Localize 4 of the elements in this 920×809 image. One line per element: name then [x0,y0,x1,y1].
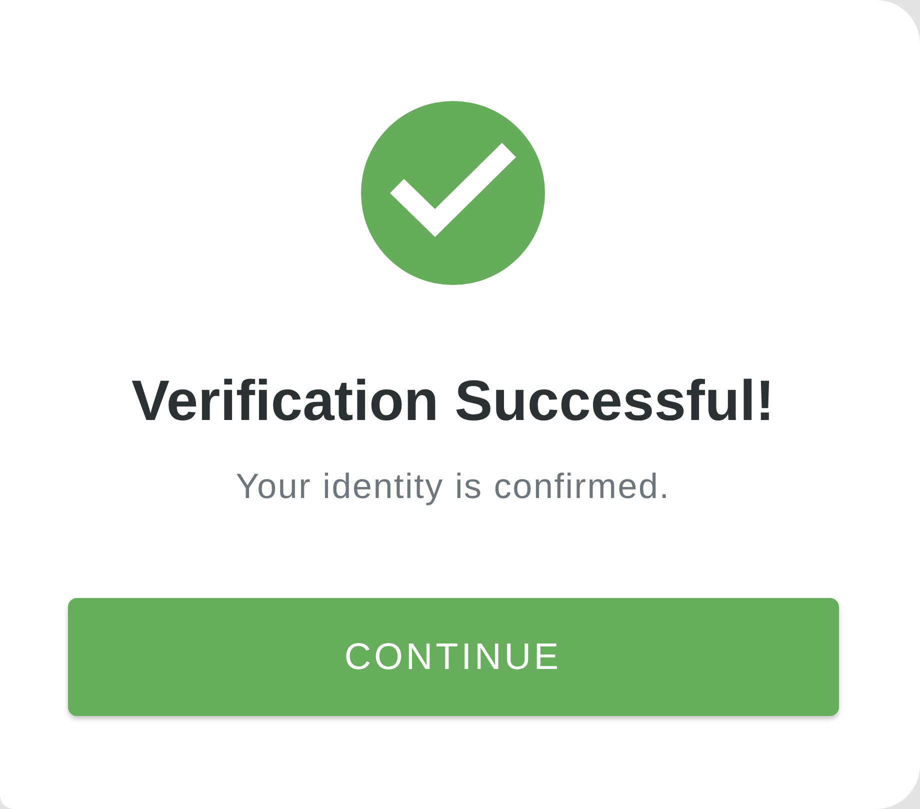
dialog-title: Verification Successful! [131,369,775,435]
continue-button[interactable]: CONTINUE [68,598,838,716]
check-circle-icon [361,101,545,285]
dialog-message: Your identity is confirmed. [236,466,670,508]
